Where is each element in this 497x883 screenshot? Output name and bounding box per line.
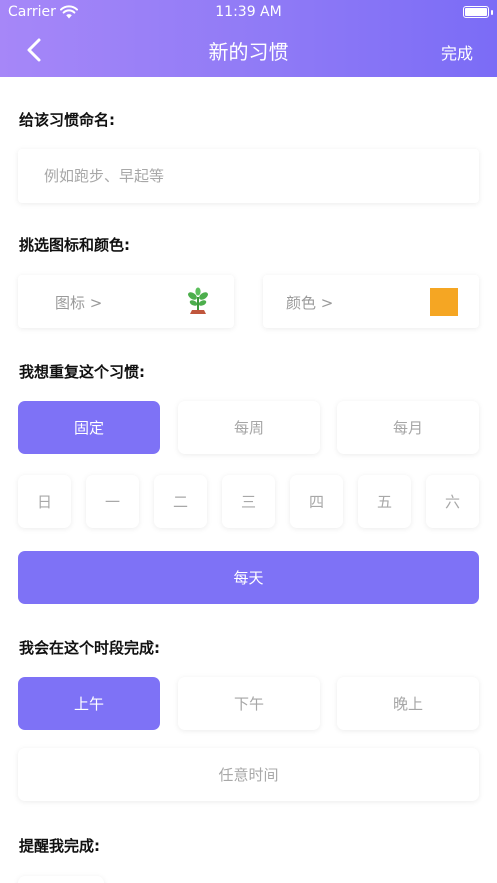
color-swatch [430,288,458,316]
color-picker-label: 颜色 > [286,294,334,312]
battery-icon [463,6,489,18]
time-slot-afternoon[interactable]: 下午 [178,677,320,730]
done-button[interactable]: 完成 [441,40,473,64]
clock-time: 11:39 AM [215,4,282,20]
color-picker[interactable]: 颜色 > [263,275,479,328]
day-sat[interactable]: 六 [426,475,479,528]
icon-picker[interactable]: 图标 > [18,275,234,328]
header-bar: Carrier 11:39 AM 新的习惯 完成 [0,0,497,77]
time-slot-morning[interactable]: 上午 [18,677,160,730]
repeat-section-label: 我想重复这个习惯: [19,363,145,381]
habit-name-input[interactable] [18,149,479,203]
day-thu[interactable]: 四 [290,475,343,528]
reminder-toggle-card[interactable] [18,876,104,883]
icon-picker-label: 图标 > [55,294,103,312]
day-mon[interactable]: 一 [86,475,139,528]
day-fri[interactable]: 五 [358,475,411,528]
repeat-mode-fixed[interactable]: 固定 [18,401,160,454]
back-chevron-icon[interactable] [24,36,46,64]
everyday-button[interactable]: 每天 [18,551,479,604]
day-tue[interactable]: 二 [154,475,207,528]
page-title: 新的习惯 [208,40,289,64]
day-sun[interactable]: 日 [18,475,71,528]
status-bar: Carrier 11:39 AM [0,0,497,26]
repeat-mode-monthly[interactable]: 每月 [337,401,479,454]
time-section-label: 我会在这个时段完成: [19,639,160,657]
name-section-label: 给该习惯命名: [19,111,115,129]
repeat-mode-weekly[interactable]: 每周 [178,401,320,454]
anytime-button[interactable]: 任意时间 [18,748,479,801]
sprout-icon [188,287,208,314]
remind-section-label: 提醒我完成: [19,837,100,855]
battery-tip [491,10,493,15]
appearance-section-label: 挑选图标和颜色: [19,236,130,254]
time-slot-evening[interactable]: 晚上 [337,677,479,730]
day-wed[interactable]: 三 [222,475,275,528]
